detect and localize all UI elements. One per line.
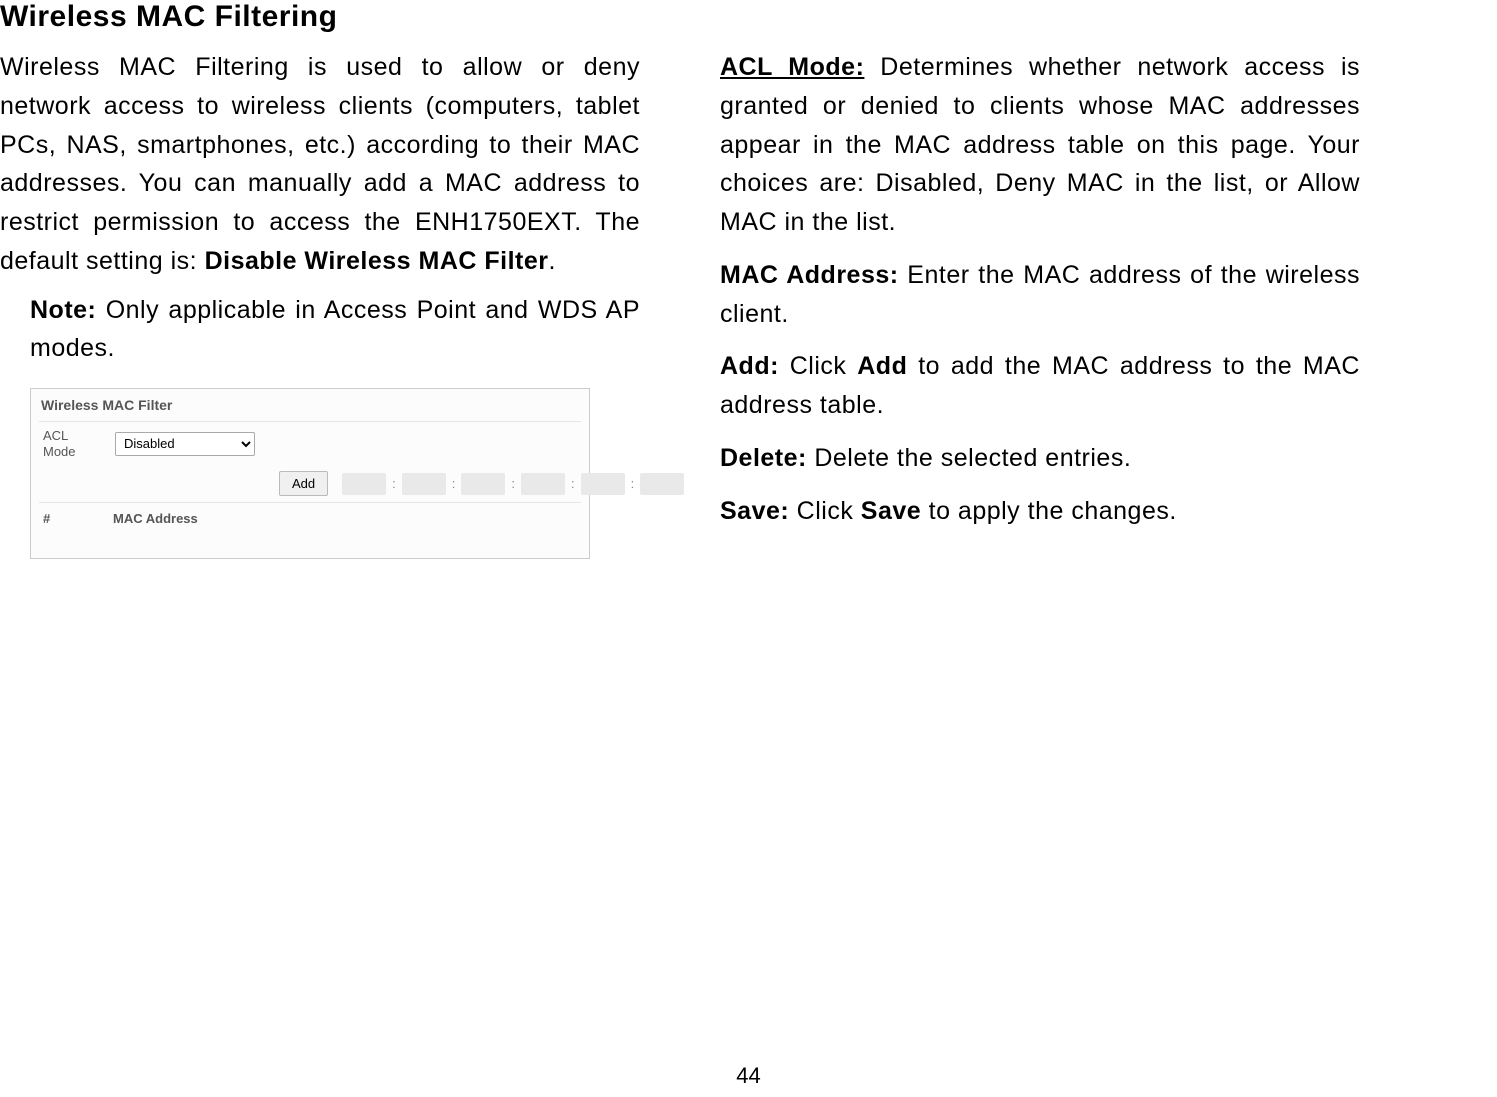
add-button[interactable]: Add <box>279 471 328 496</box>
add-bold: Add <box>857 352 907 380</box>
delete-text: Delete the selected entries. <box>807 444 1131 472</box>
right-column: ACL Mode: Determines whether network acc… <box>720 48 1360 559</box>
mac-seg-2[interactable] <box>402 473 446 495</box>
save-bold: Save <box>861 497 921 525</box>
seg-sep: : <box>452 476 456 491</box>
figure-title: Wireless MAC Filter <box>39 395 581 421</box>
save-post: to apply the changes. <box>921 497 1177 525</box>
hash-header: # <box>43 511 63 526</box>
mac-filter-figure: Wireless MAC Filter ACL Mode Disabled Ad… <box>30 388 590 559</box>
mac-seg-4[interactable] <box>521 473 565 495</box>
delete-paragraph: Delete: Delete the selected entries. <box>720 439 1360 478</box>
intro-bold: Disable Wireless MAC Filter <box>205 247 549 275</box>
acl-mode-select[interactable]: Disabled <box>115 432 255 456</box>
left-column: Wireless MAC Filtering is used to allow … <box>0 48 640 559</box>
acl-mode-heading: ACL Mode: <box>720 53 864 81</box>
seg-sep: : <box>631 476 635 491</box>
intro-post: . <box>549 247 556 275</box>
note-paragraph: Note: Only applicable in Access Point an… <box>0 291 640 369</box>
page-title: Wireless MAC Filtering <box>0 0 1497 48</box>
save-paragraph: Save: Click Save to apply the changes. <box>720 492 1360 531</box>
mac-entry-row: Add : : : : : <box>39 465 581 502</box>
save-heading: Save: <box>720 497 789 525</box>
seg-sep: : <box>392 476 396 491</box>
mac-address-heading: MAC Address: <box>720 261 899 289</box>
add-heading: Add: <box>720 352 779 380</box>
intro-pre: Wireless MAC Filtering is used to allow … <box>0 53 640 275</box>
acl-mode-row: ACL Mode Disabled <box>39 421 581 465</box>
add-pre: Click <box>779 352 857 380</box>
mac-address-paragraph: MAC Address: Enter the MAC address of th… <box>720 256 1360 334</box>
mac-seg-5[interactable] <box>581 473 625 495</box>
note-label: Note: <box>30 296 96 324</box>
add-paragraph: Add: Click Add to add the MAC address to… <box>720 347 1360 425</box>
mac-seg-1[interactable] <box>342 473 386 495</box>
page-number: 44 <box>0 1063 1497 1089</box>
seg-sep: : <box>571 476 575 491</box>
mac-seg-3[interactable] <box>461 473 505 495</box>
seg-sep: : <box>511 476 515 491</box>
delete-heading: Delete: <box>720 444 807 472</box>
mac-table-header: # MAC Address <box>39 502 581 528</box>
mac-seg-6[interactable] <box>640 473 684 495</box>
save-pre: Click <box>789 497 861 525</box>
mac-address-header: MAC Address <box>113 511 198 526</box>
intro-paragraph: Wireless MAC Filtering is used to allow … <box>0 48 640 281</box>
note-text: Only applicable in Access Point and WDS … <box>30 296 640 363</box>
acl-mode-label: ACL Mode <box>43 428 95 459</box>
acl-mode-paragraph: ACL Mode: Determines whether network acc… <box>720 48 1360 242</box>
